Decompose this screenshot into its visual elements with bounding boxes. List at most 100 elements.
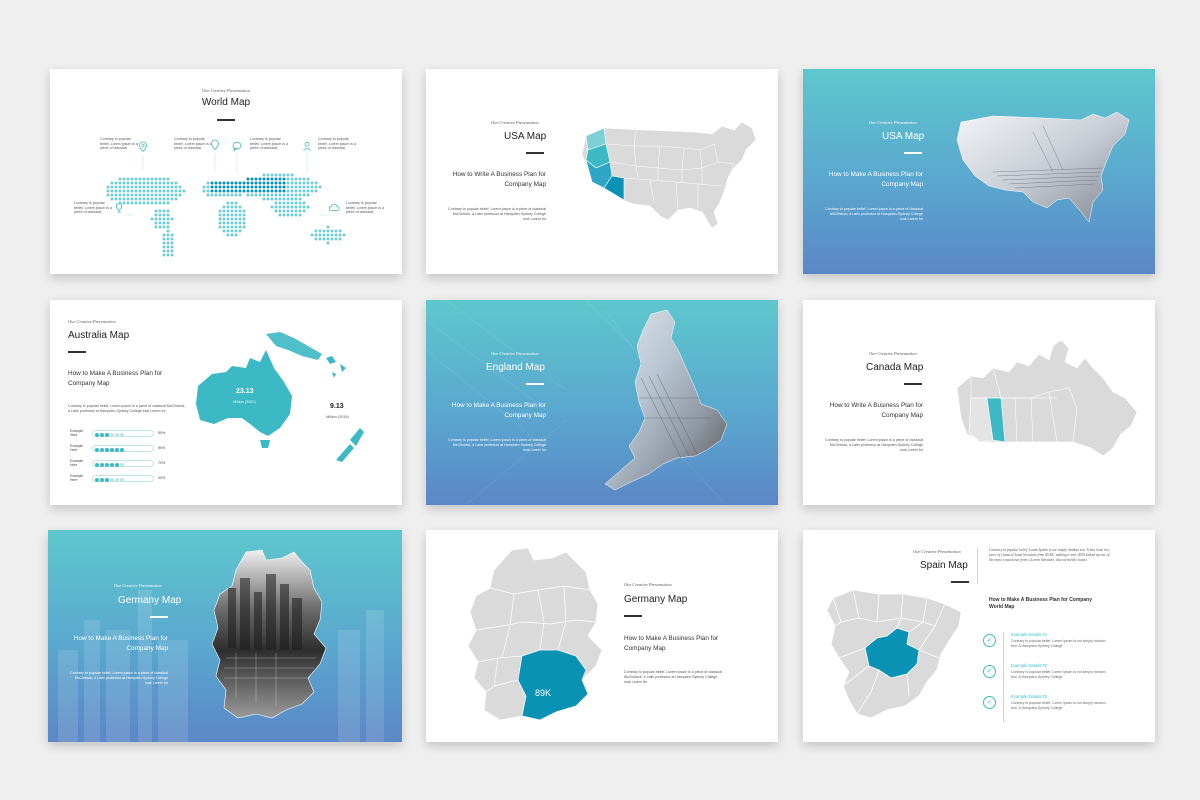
slide-world-map[interactable]: Our Creative Presentation World Map Cont… xyxy=(50,69,402,274)
map-dot xyxy=(282,209,286,213)
map-dot xyxy=(302,181,306,185)
map-dot xyxy=(270,193,274,197)
map-dot xyxy=(166,253,170,257)
usa-map xyxy=(581,121,757,229)
map-dot xyxy=(226,193,230,197)
map-dot xyxy=(226,233,230,237)
map-dot xyxy=(154,177,158,181)
progress-dot xyxy=(95,477,99,482)
map-dot xyxy=(286,189,290,193)
slide-subtitle: Our Creative Presentation xyxy=(491,120,539,125)
map-dot xyxy=(122,181,126,185)
slide-usa-map[interactable]: Our Creative Presentation USA Map How to… xyxy=(426,69,778,274)
map-dot xyxy=(210,193,214,197)
map-dot xyxy=(134,201,138,205)
map-dot xyxy=(290,209,294,213)
map-dot xyxy=(250,193,254,197)
map-dot xyxy=(290,177,294,181)
map-dot xyxy=(222,181,226,185)
map-dot xyxy=(150,217,154,221)
slide-germany-map-photo[interactable]: Our Creative Presentation Germany Map Ho… xyxy=(48,530,402,742)
map-dot xyxy=(170,245,174,249)
slide-heading: How to Write A Business Plan for Company… xyxy=(452,171,546,188)
slide-england-map[interactable]: Our Creative Presentation England Map Ho… xyxy=(426,300,778,505)
map-dot xyxy=(234,221,238,225)
map-dot xyxy=(258,193,262,197)
map-dot xyxy=(134,197,138,201)
map-dot xyxy=(214,189,218,193)
map-dot xyxy=(218,221,222,225)
map-dot xyxy=(222,213,226,217)
map-dot xyxy=(166,241,170,245)
map-dot xyxy=(218,193,222,197)
progress-label: Example Here xyxy=(70,474,84,482)
map-dot xyxy=(234,205,238,209)
slide-germany-map[interactable]: 89K Our Creative Presentation Germany Ma… xyxy=(426,530,778,742)
map-dot xyxy=(234,181,238,185)
map-dot xyxy=(282,205,286,209)
map-dot xyxy=(278,181,282,185)
map-dot xyxy=(294,197,298,201)
map-dot xyxy=(270,181,274,185)
detail-title: Example Details #1 xyxy=(1011,632,1048,637)
map-dot xyxy=(238,193,242,197)
usa-photo-map xyxy=(956,111,1130,223)
map-dot xyxy=(230,213,234,217)
map-dot xyxy=(234,217,238,221)
map-dot xyxy=(158,221,162,225)
slide-canada-map[interactable]: Our Creative Presentation Canada Map How… xyxy=(803,300,1155,505)
map-dot xyxy=(294,209,298,213)
map-dot xyxy=(238,221,242,225)
map-dot xyxy=(170,189,174,193)
map-dot xyxy=(170,181,174,185)
map-dot xyxy=(170,233,174,237)
slide-australia-map[interactable]: Our Creative Presentation Australia Map … xyxy=(50,300,402,505)
map-dot xyxy=(258,185,262,189)
map-dot xyxy=(234,229,238,233)
map-dot xyxy=(270,197,274,201)
map-dot xyxy=(162,237,166,241)
map-dot xyxy=(178,189,182,193)
map-dot xyxy=(218,185,222,189)
map-dot xyxy=(330,237,334,241)
map-dot xyxy=(266,189,270,193)
map-dot xyxy=(254,189,258,193)
map-dot xyxy=(154,217,158,221)
map-dot xyxy=(130,193,134,197)
map-dot xyxy=(234,213,238,217)
slide-body-text: Contrary to popular belief, Lorem ipsum … xyxy=(68,404,186,413)
map-dot xyxy=(230,221,234,225)
progress-dot xyxy=(95,447,99,452)
map-dot xyxy=(122,177,126,181)
map-dot xyxy=(298,181,302,185)
map-dot xyxy=(234,189,238,193)
map-dot xyxy=(162,201,166,205)
map-dot xyxy=(246,185,250,189)
map-dot xyxy=(158,185,162,189)
detail-title: Example Details #3 xyxy=(1011,694,1048,699)
map-dot xyxy=(278,193,282,197)
map-dot xyxy=(158,217,162,221)
map-dot xyxy=(338,233,342,237)
map-dot xyxy=(150,181,154,185)
map-dot xyxy=(230,181,234,185)
map-dot xyxy=(134,193,138,197)
progress-dot xyxy=(100,447,104,452)
map-dot xyxy=(238,181,242,185)
map-dot xyxy=(230,217,234,221)
map-dot xyxy=(170,197,174,201)
slide-subtitle: Our Creative Presentation xyxy=(114,583,162,588)
slide-usa-map-photo[interactable]: Our Creative Presentation USA Map How to… xyxy=(803,69,1155,274)
map-dot xyxy=(206,181,210,185)
map-dot xyxy=(210,185,214,189)
slide-spain-map[interactable]: Our Creative Presentation Spain Map Cont… xyxy=(803,530,1155,742)
map-dot xyxy=(338,229,342,233)
map-dot xyxy=(222,225,226,229)
map-dot xyxy=(318,229,322,233)
slide-heading: How to Make A Business Plan for Company … xyxy=(73,635,168,652)
map-dot xyxy=(290,185,294,189)
title-underline xyxy=(526,152,544,154)
title-underline xyxy=(68,351,86,353)
map-dot xyxy=(126,181,130,185)
map-dot xyxy=(262,173,266,177)
